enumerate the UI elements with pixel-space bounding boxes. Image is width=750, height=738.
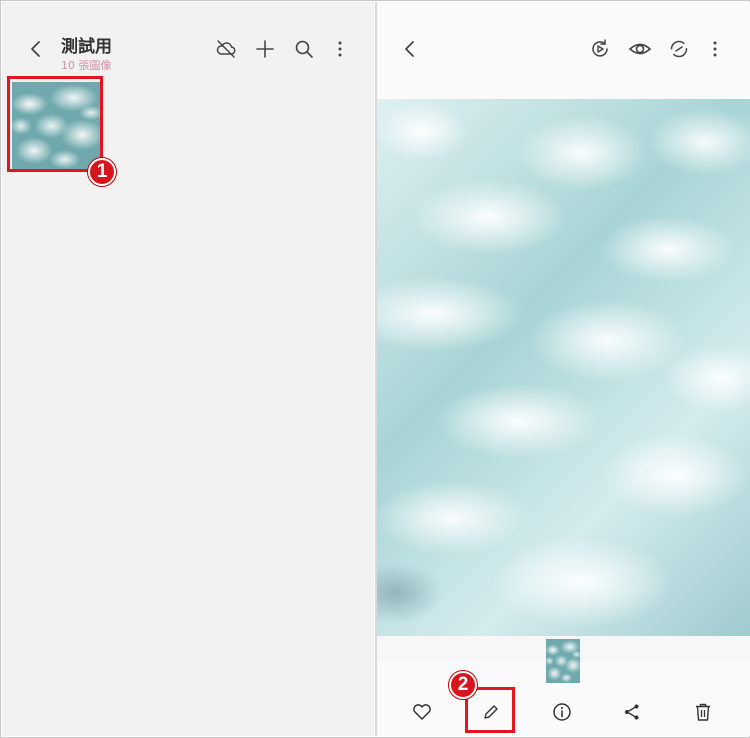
search-icon[interactable] [288,33,320,65]
more-vertical-icon[interactable] [324,33,356,65]
cloud-off-icon[interactable] [210,33,242,65]
album-image-count: 10 張圖像 [61,59,112,72]
callout-badge-2: 2 [449,671,477,699]
plus-icon[interactable] [249,33,281,65]
screenshot-frame: 測試用 10 張圖像 1 2 [0,0,750,738]
heart-icon[interactable] [406,696,438,728]
album-title: 測試用 [61,37,112,57]
main-photo[interactable] [377,99,750,636]
sync-icon[interactable] [663,33,695,65]
back-icon[interactable] [20,33,52,65]
callout-badge-1: 1 [88,158,116,186]
share-icon[interactable] [616,696,648,728]
info-icon[interactable] [546,696,578,728]
viewer-pane [377,2,750,736]
back-icon[interactable] [394,33,426,65]
eye-icon[interactable] [624,33,656,65]
motion-play-icon[interactable] [584,33,616,65]
callout-box-thumbnail [7,76,103,172]
more-vertical-icon[interactable] [699,33,731,65]
trash-icon[interactable] [687,696,719,728]
filmstrip-thumbnail[interactable] [546,639,580,683]
